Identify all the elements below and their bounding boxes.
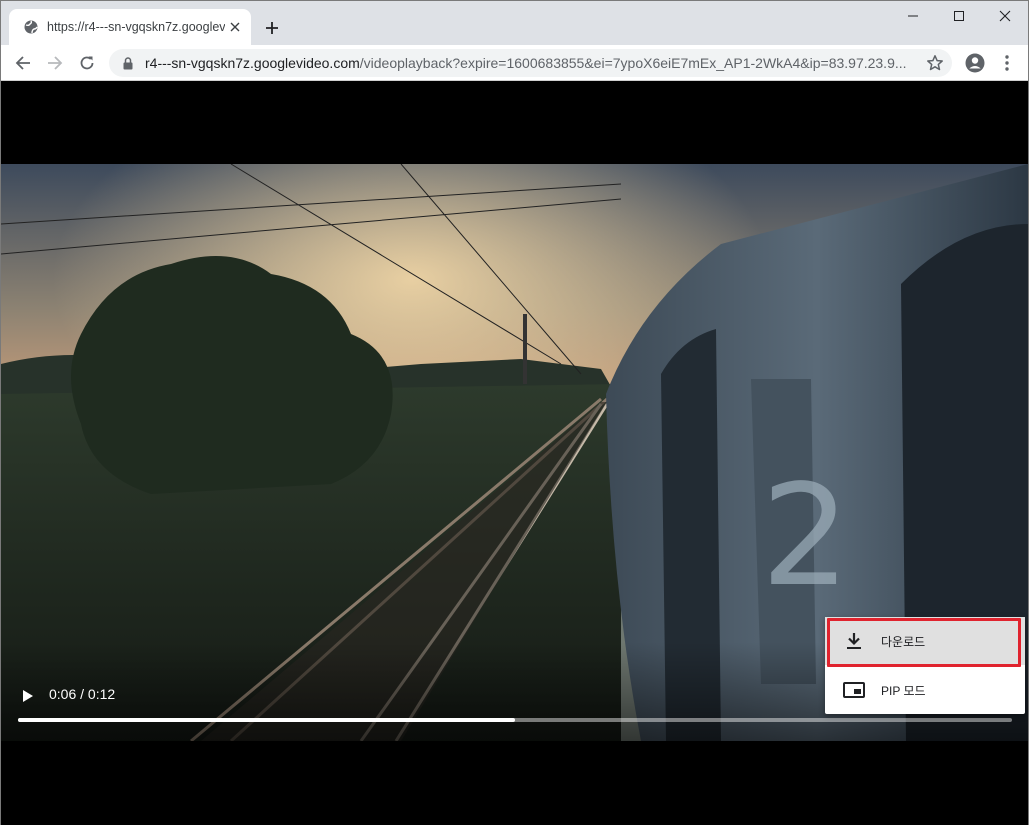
new-tab-button[interactable] (259, 15, 285, 41)
browser-toolbar: r4---sn-vgqskn7z.googlevideo.com/videopl… (1, 45, 1028, 81)
plus-icon (266, 22, 278, 34)
arrow-right-icon (48, 56, 63, 70)
url-text: r4---sn-vgqskn7z.googlevideo.com/videopl… (145, 55, 920, 71)
minimize-icon (908, 15, 918, 17)
url-host: r4---sn-vgqskn7z.googlevideo.com (145, 55, 360, 71)
account-icon (965, 53, 985, 73)
seek-bar-progress (18, 718, 515, 722)
time-display: 0:06 / 0:12 (49, 686, 116, 702)
tab-title: https://r4---sn-vgqskn7z.googlevideo.com… (47, 20, 225, 34)
reload-icon (80, 56, 94, 70)
browser-menu-button[interactable] (993, 49, 1021, 77)
highlight-box (827, 618, 1021, 667)
bookmark-star-icon[interactable] (926, 54, 944, 72)
close-window-button[interactable] (982, 1, 1028, 31)
maximize-button[interactable] (936, 1, 982, 31)
lock-icon (121, 56, 135, 70)
video-player[interactable]: 2 0:06 / 0:12 다운로드 PIP 모드 (1, 82, 1028, 825)
play-icon (23, 690, 33, 702)
arrow-left-icon (15, 56, 30, 70)
address-bar[interactable]: r4---sn-vgqskn7z.googlevideo.com/videopl… (109, 49, 952, 77)
more-vert-icon (1005, 55, 1009, 71)
close-icon (999, 10, 1011, 22)
tab-strip: https://r4---sn-vgqskn7z.googlevideo.com… (1, 1, 1028, 45)
seek-bar[interactable] (18, 718, 1012, 722)
reload-button[interactable] (73, 49, 101, 77)
forward-button[interactable] (41, 49, 69, 77)
globe-icon (23, 19, 39, 35)
profile-button[interactable] (961, 49, 989, 77)
back-button[interactable] (9, 49, 37, 77)
close-tab-icon[interactable] (227, 19, 243, 35)
picture-in-picture-icon (843, 679, 865, 701)
browser-tab[interactable]: https://r4---sn-vgqskn7z.googlevideo.com… (9, 9, 251, 45)
svg-text:2: 2 (761, 455, 850, 618)
menu-item-pip[interactable]: PIP 모드 (825, 666, 1025, 714)
maximize-icon (954, 11, 964, 21)
menu-item-label: PIP 모드 (881, 683, 926, 698)
url-path: /videoplayback?expire=1600683855&ei=7ypo… (359, 55, 907, 71)
browser-window: https://r4---sn-vgqskn7z.googlevideo.com… (0, 0, 1029, 825)
minimize-button[interactable] (890, 1, 936, 31)
play-button[interactable] (17, 685, 39, 707)
